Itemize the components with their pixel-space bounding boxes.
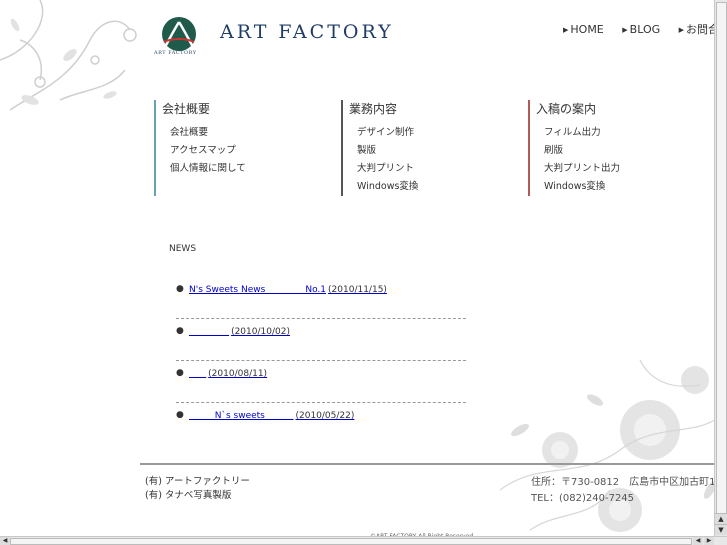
menu-link[interactable]: Windows変換	[357, 178, 418, 196]
nav-blog-label: BLOG	[629, 23, 661, 36]
bullet-icon: ●	[176, 410, 184, 420]
news-link-text[interactable]	[189, 327, 229, 337]
scroll-up-icon[interactable]: ▲	[715, 513, 727, 524]
nav-blog[interactable]: ▶ BLOG	[622, 23, 660, 36]
menu-link[interactable]: Windows変換	[544, 178, 620, 196]
news-link[interactable]: N`s sweets (2010/05/22)	[189, 411, 355, 421]
menu-divider-bar	[154, 100, 156, 196]
floral-ornament-bottom-right	[500, 359, 727, 532]
logo-subtext: ART FACTORY	[154, 50, 197, 56]
news-link[interactable]: N's Sweets News No.1 (2010/11/15)	[189, 285, 387, 295]
news-date: (2010/11/15)	[328, 285, 387, 295]
news-link-text[interactable]	[189, 369, 206, 379]
news-item: ● (2010/10/02)	[176, 326, 466, 368]
footer-companies: (有) アートファクトリー (有) タナベ写真製版	[145, 475, 250, 503]
news-link-text[interactable]: N's Sweets News No.1	[189, 285, 326, 295]
menu-divider-bar	[341, 100, 343, 196]
news-date: (2010/10/02)	[231, 327, 290, 337]
news-link[interactable]: (2010/08/11)	[189, 369, 267, 379]
arrow-right-icon: ▶	[622, 26, 628, 34]
menu-divider-bar	[528, 100, 530, 196]
brand-title[interactable]: ART FACTORY	[220, 21, 394, 43]
bullet-icon: ●	[176, 368, 184, 378]
footer-tel: TEL：(082)240-7245	[531, 493, 635, 504]
vertical-scroll-thumb[interactable]	[716, 2, 727, 524]
news-date: (2010/05/22)	[295, 411, 355, 421]
news-date: (2010/08/11)	[208, 369, 268, 379]
news-link[interactable]: (2010/10/02)	[189, 327, 290, 337]
menu-submission-guide: 入稿の案内 フィルム出力 刷版 大判プリント出力 Windows変換	[528, 100, 620, 196]
vertical-scrollbar[interactable]: ▲ ▼	[714, 0, 727, 537]
menu-heading: 業務内容	[349, 102, 398, 116]
news-list: ● N's Sweets News No.1 (2010/11/15) ● (20…	[176, 284, 466, 452]
menu-link[interactable]: フィルム出力	[544, 124, 620, 142]
menu-heading: 会社概要	[162, 102, 211, 116]
menu-link[interactable]: 刷版	[544, 142, 620, 160]
scroll-left-icon[interactable]: ◀	[693, 537, 703, 545]
news-heading: NEWS	[169, 244, 197, 254]
footer-address: 住所：〒730-0812 広島市中区加古町1-	[531, 477, 720, 488]
menu-link[interactable]: 製版	[357, 142, 418, 160]
horizontal-scroll-thumb[interactable]	[10, 538, 692, 545]
news-divider	[176, 318, 466, 319]
menu-link[interactable]: 個人情報に関して	[170, 160, 246, 178]
news-divider	[176, 360, 466, 361]
news-divider	[176, 402, 466, 403]
menu-link[interactable]: デザイン制作	[357, 124, 418, 142]
scroll-down-icon[interactable]: ▼	[715, 524, 727, 535]
menu-link[interactable]: 大判プリント	[357, 160, 418, 178]
menu-services: 業務内容 デザイン制作 製版 大判プリント Windows変換	[341, 100, 418, 196]
news-item: ● (2010/08/11)	[176, 368, 466, 410]
scroll-right-icon[interactable]: ▶	[704, 537, 714, 545]
top-navigation: ▶ HOME ▶ BLOG ▶ お問合せ	[563, 21, 727, 37]
footer-divider	[140, 463, 727, 465]
menu-link[interactable]: 大判プリント出力	[544, 160, 620, 178]
menu-link[interactable]: アクセスマップ	[170, 142, 246, 160]
nav-home-label: HOME	[570, 23, 604, 36]
footer-company-2: (有) タナベ写真製版	[145, 490, 232, 501]
news-link-text[interactable]: N`s sweets	[189, 411, 293, 421]
nav-home[interactable]: ▶ HOME	[563, 23, 604, 36]
arrow-right-icon: ▶	[678, 26, 685, 34]
menu-company: 会社概要 会社概要 アクセスマップ 個人情報に関して	[154, 100, 246, 196]
floral-ornament-top-left	[0, 0, 137, 111]
news-item: ● N`s sweets (2010/05/22)	[176, 410, 466, 452]
news-item: ● N's Sweets News No.1 (2010/11/15)	[176, 284, 466, 326]
bullet-icon: ●	[176, 284, 184, 294]
horizontal-scrollbar[interactable]: ◀ ◀ ▶	[0, 536, 727, 545]
arrow-right-icon: ▶	[563, 26, 569, 34]
menu-heading: 入稿の案内	[536, 102, 597, 116]
menu-link[interactable]: 会社概要	[170, 124, 246, 142]
footer-contact: 住所：〒730-0812 広島市中区加古町1- TEL：(082)240-724…	[531, 475, 727, 507]
scroll-left-icon[interactable]: ◀	[0, 537, 10, 545]
footer-company-1: (有) アートファクトリー	[145, 476, 250, 487]
bullet-icon: ●	[176, 326, 184, 336]
